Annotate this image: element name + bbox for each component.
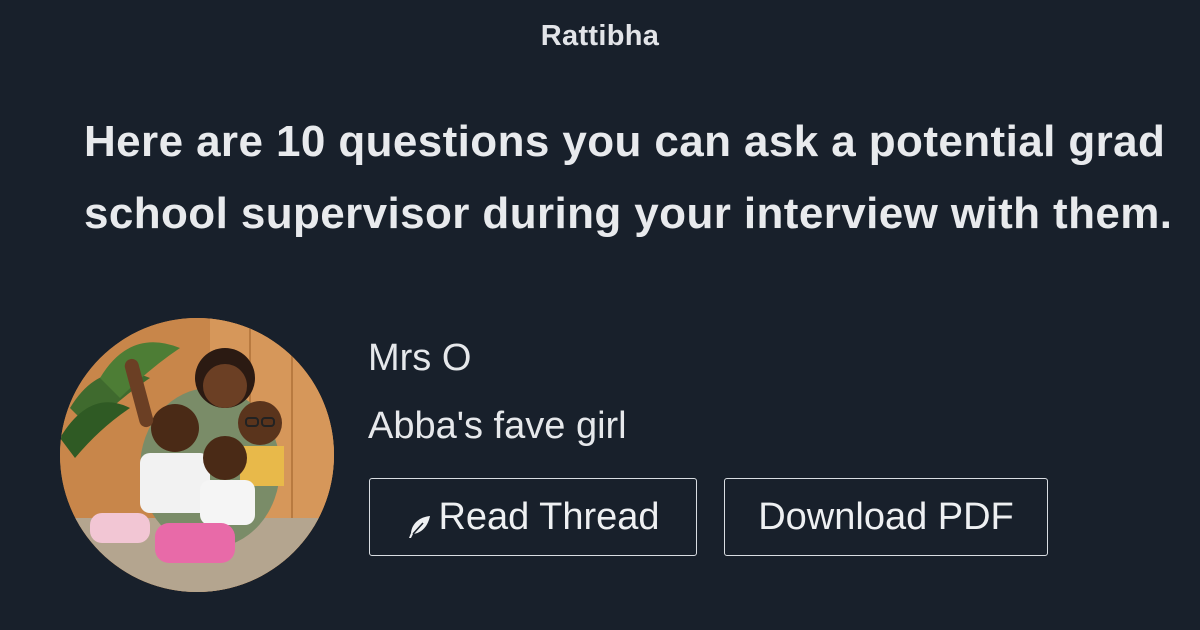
avatar-photo	[60, 318, 334, 592]
read-thread-button[interactable]: Read Thread	[369, 478, 697, 556]
author-bio: Abba's fave girl	[368, 405, 627, 447]
download-pdf-button[interactable]: Download PDF	[724, 478, 1048, 556]
read-thread-label: Read Thread	[438, 495, 660, 538]
site-brand: Rattibha	[540, 20, 660, 52]
thread-title: Here are 10 questions you can ask a pote…	[84, 117, 1173, 238]
avatar	[60, 318, 334, 592]
download-pdf-label: Download PDF	[758, 495, 1014, 538]
author-name: Mrs O	[368, 337, 472, 379]
feather-icon	[406, 507, 432, 538]
